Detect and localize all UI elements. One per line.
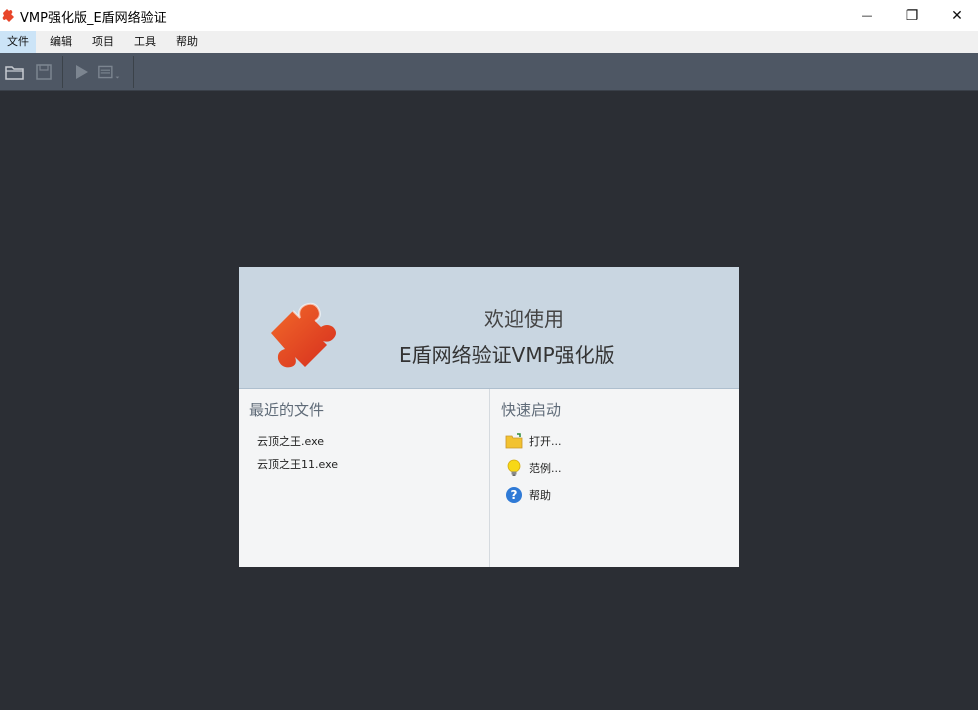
recent-file-link[interactable]: 云顶之王11.exe bbox=[257, 456, 338, 472]
menu-edit[interactable]: 编辑 bbox=[43, 31, 79, 53]
menu-project[interactable]: 项目 bbox=[85, 31, 121, 53]
save-icon bbox=[36, 64, 52, 80]
recent-file-link[interactable]: 云顶之王.exe bbox=[257, 433, 324, 449]
quick-examples-button[interactable]: 范例... bbox=[505, 458, 562, 478]
recent-files-title: 最近的文件 bbox=[249, 401, 325, 419]
toolbar-separator bbox=[62, 56, 63, 88]
folder-icon bbox=[505, 432, 523, 450]
app-puzzle-icon bbox=[2, 9, 14, 22]
menu-file[interactable]: 文件 bbox=[0, 31, 36, 53]
lightbulb-icon bbox=[505, 459, 523, 477]
menu-tools[interactable]: 工具 bbox=[127, 31, 163, 53]
close-button[interactable]: ✕ bbox=[934, 0, 978, 31]
svg-text:?: ? bbox=[511, 488, 518, 502]
minimize-button[interactable]: — bbox=[844, 0, 890, 31]
panel-divider bbox=[489, 389, 490, 567]
save-button[interactable] bbox=[31, 59, 57, 85]
compile-menu-button[interactable] bbox=[97, 59, 123, 85]
quick-open-button[interactable]: 打开... bbox=[505, 431, 562, 451]
quick-help-label: 帮助 bbox=[529, 489, 551, 502]
puzzle-logo-icon bbox=[271, 302, 336, 368]
welcome-product-name: E盾网络验证VMP强化版 bbox=[399, 343, 615, 367]
quick-help-button[interactable]: ? 帮助 bbox=[505, 485, 551, 505]
welcome-header: 欢迎使用 E盾网络验证VMP强化版 bbox=[239, 267, 739, 389]
open-folder-icon bbox=[5, 66, 24, 80]
restore-icon: ❐ bbox=[905, 7, 919, 24]
close-icon: ✕ bbox=[951, 7, 963, 24]
open-button[interactable] bbox=[2, 59, 28, 85]
quick-open-label: 打开... bbox=[529, 435, 562, 448]
run-button[interactable] bbox=[68, 59, 94, 85]
minimize-icon: — bbox=[861, 9, 873, 22]
toolbar-separator bbox=[133, 56, 134, 88]
toolbar bbox=[0, 53, 978, 91]
help-icon: ? bbox=[505, 486, 523, 504]
quick-start-title: 快速启动 bbox=[501, 401, 562, 419]
welcome-greeting: 欢迎使用 bbox=[484, 307, 564, 331]
menu-help[interactable]: 帮助 bbox=[169, 31, 205, 53]
compile-menu-icon bbox=[98, 65, 120, 79]
quick-examples-label: 范例... bbox=[529, 462, 562, 475]
run-icon bbox=[76, 65, 88, 79]
welcome-panel: 欢迎使用 E盾网络验证VMP强化版 最近的文件 云顶之王.exe 云顶之王11.… bbox=[239, 267, 739, 567]
title-bar: VMP强化版_E盾网络验证 — ❐ ✕ bbox=[0, 0, 978, 31]
menu-bar: 文件 编辑 项目 工具 帮助 bbox=[0, 31, 978, 54]
window-title: VMP强化版_E盾网络验证 bbox=[20, 11, 167, 26]
maximize-button[interactable]: ❐ bbox=[889, 0, 935, 31]
